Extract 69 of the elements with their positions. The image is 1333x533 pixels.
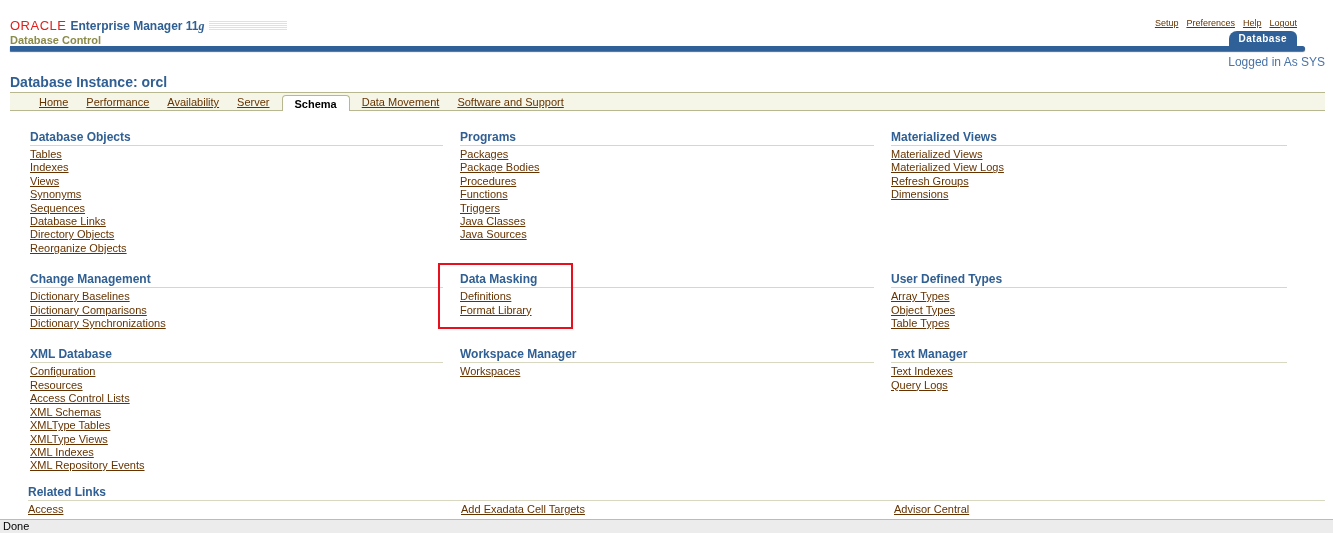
related-link[interactable]: Advisor Central xyxy=(894,502,970,517)
section-link[interactable]: Database Links xyxy=(30,215,106,229)
tab[interactable]: Performance xyxy=(77,96,159,110)
section-link[interactable]: Functions xyxy=(460,188,508,202)
tab[interactable]: Data Movement xyxy=(352,96,449,110)
global-link[interactable]: Help xyxy=(1242,18,1262,28)
section-link[interactable]: Materialized Views xyxy=(891,148,983,162)
section-heading: User Defined Types xyxy=(891,272,1287,289)
global-link[interactable]: Setup xyxy=(1154,18,1179,28)
tab[interactable]: Availability xyxy=(158,96,229,110)
section-heading: Change Management xyxy=(30,272,443,289)
section-link[interactable]: Text Indexes xyxy=(891,365,953,379)
login-info: Logged in As SYS xyxy=(1228,55,1325,69)
section-link[interactable]: Materialized View Logs xyxy=(891,161,1004,175)
section-link[interactable]: Access Control Lists xyxy=(30,392,130,406)
section-link[interactable]: Array Types xyxy=(891,290,950,304)
section-heading: Data Masking xyxy=(460,272,874,289)
section-link[interactable]: Tables xyxy=(30,148,62,162)
section-heading: Programs xyxy=(460,130,874,146)
section-link[interactable]: XML Schemas xyxy=(30,405,102,420)
section-link[interactable]: Definitions xyxy=(460,290,512,304)
section-link[interactable]: XMLType Views xyxy=(30,432,108,446)
status-bar: Done xyxy=(0,519,1333,533)
section-link[interactable]: Dictionary Baselines xyxy=(30,290,130,304)
global-link[interactable]: Logout xyxy=(1269,18,1297,28)
product-name: Enterprise Manager 11g xyxy=(70,19,205,34)
section-link[interactable]: XML Repository Events xyxy=(30,459,145,473)
section-heading: Database Objects xyxy=(30,130,443,146)
tab[interactable]: Software and Support xyxy=(448,96,573,110)
section-heading: Text Manager xyxy=(891,347,1287,364)
section-link[interactable]: Packages xyxy=(460,148,509,162)
section-heading: Workspace Manager xyxy=(460,347,874,364)
section-link[interactable]: Triggers xyxy=(460,201,500,216)
section-link[interactable]: Table Types xyxy=(891,317,950,331)
section-link[interactable]: Object Types xyxy=(891,303,955,318)
section-link[interactable]: Views xyxy=(30,174,60,189)
section-link[interactable]: Workspaces xyxy=(460,365,521,379)
oracle-logo: ORACLE xyxy=(10,18,67,33)
section-link[interactable]: Package Bodies xyxy=(460,161,540,175)
section-link[interactable]: Procedures xyxy=(460,174,517,189)
related-link[interactable]: Access xyxy=(28,502,64,517)
section-link[interactable]: Dictionary Comparisons xyxy=(30,303,147,318)
section-link[interactable]: Java Classes xyxy=(460,215,526,229)
section-heading: XML Database xyxy=(30,347,443,364)
product-subtitle: Database Control xyxy=(10,34,103,46)
tab[interactable]: Server xyxy=(228,96,279,110)
section-heading: Related Links xyxy=(28,484,1325,501)
section-link[interactable]: Synonyms xyxy=(30,188,82,202)
section-link[interactable]: Directory Objects xyxy=(30,228,115,242)
section-link[interactable]: Configuration xyxy=(30,365,96,379)
section-link[interactable]: Sequences xyxy=(30,201,86,216)
section-link[interactable]: Resources xyxy=(30,378,83,393)
section-link[interactable]: Dimensions xyxy=(891,188,949,202)
related-link[interactable]: Add Exadata Cell Targets xyxy=(461,502,585,517)
context-tab[interactable]: Database xyxy=(1228,31,1297,46)
section-link[interactable]: Java Sources xyxy=(460,228,527,242)
page-title: Database Instance: orcl xyxy=(10,74,169,90)
section-link[interactable]: Indexes xyxy=(30,161,69,175)
section-link[interactable]: Query Logs xyxy=(891,378,948,393)
tab[interactable]: Schema xyxy=(281,95,350,111)
tab[interactable]: Home xyxy=(30,96,78,110)
global-link[interactable]: Preferences xyxy=(1186,18,1235,28)
section-link[interactable]: Reorganize Objects xyxy=(30,241,127,256)
section-heading: Materialized Views xyxy=(891,130,1287,146)
section-link[interactable]: XMLType Tables xyxy=(30,419,111,433)
section-link[interactable]: Dictionary Synchronizations xyxy=(30,317,166,331)
section-link[interactable]: Refresh Groups xyxy=(891,174,969,189)
section-link[interactable]: XML Indexes xyxy=(30,445,94,460)
section-link[interactable]: Format Library xyxy=(460,303,532,318)
